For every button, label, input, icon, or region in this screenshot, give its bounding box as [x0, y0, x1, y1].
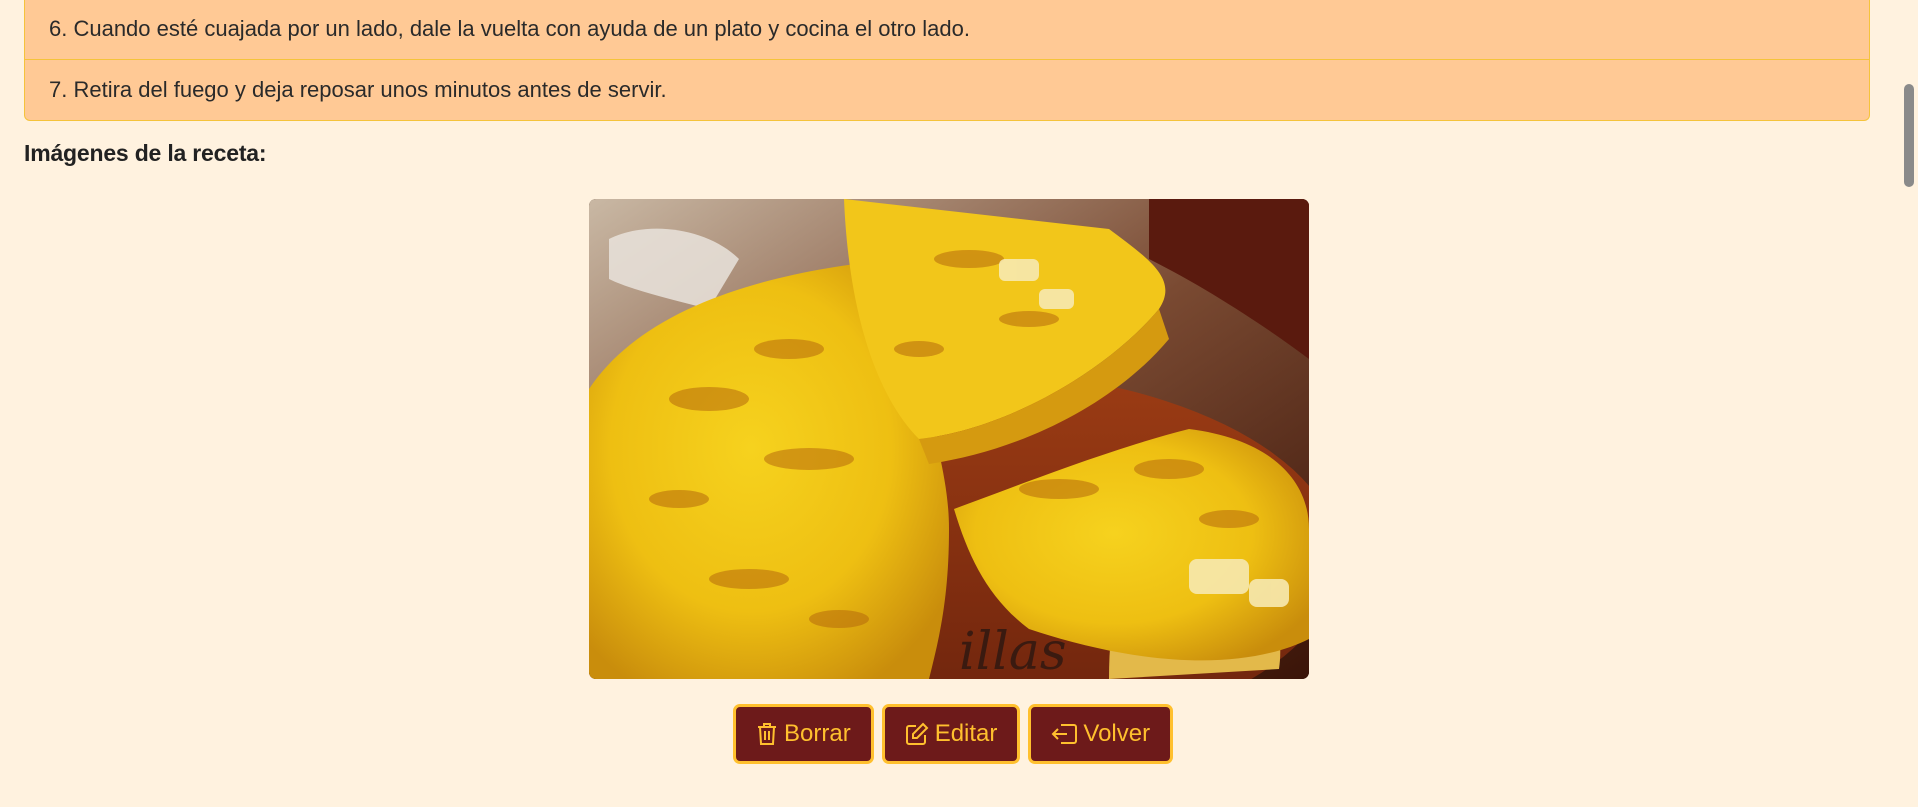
back-button-label: Volver — [1083, 720, 1151, 747]
edit-button-label: Editar — [934, 720, 998, 747]
back-arrow-icon — [1051, 723, 1078, 745]
delete-button-label: Borrar — [784, 720, 851, 747]
vertical-scrollbar[interactable] — [1900, 0, 1918, 807]
scrollbar-thumb[interactable] — [1904, 84, 1914, 187]
edit-icon — [905, 722, 929, 746]
recipe-detail-page: 6. Cuando esté cuajada por un lado, dale… — [0, 0, 1918, 807]
edit-button[interactable]: Editar — [881, 704, 1021, 764]
delete-button[interactable]: Borrar — [733, 704, 874, 764]
trash-icon — [756, 722, 778, 746]
recipe-actions: Borrar Editar Volver — [733, 704, 1174, 764]
recipe-steps-list: 6. Cuando esté cuajada por un lado, dale… — [24, 0, 1870, 121]
images-section-title: Imágenes de la receta: — [24, 140, 267, 166]
back-button[interactable]: Volver — [1028, 704, 1174, 764]
recipe-step: 6. Cuando esté cuajada por un lado, dale… — [49, 15, 970, 41]
recipe-image: illas — [589, 199, 1309, 679]
recipe-step: 7. Retira del fuego y deja reposar unos … — [25, 59, 1869, 120]
